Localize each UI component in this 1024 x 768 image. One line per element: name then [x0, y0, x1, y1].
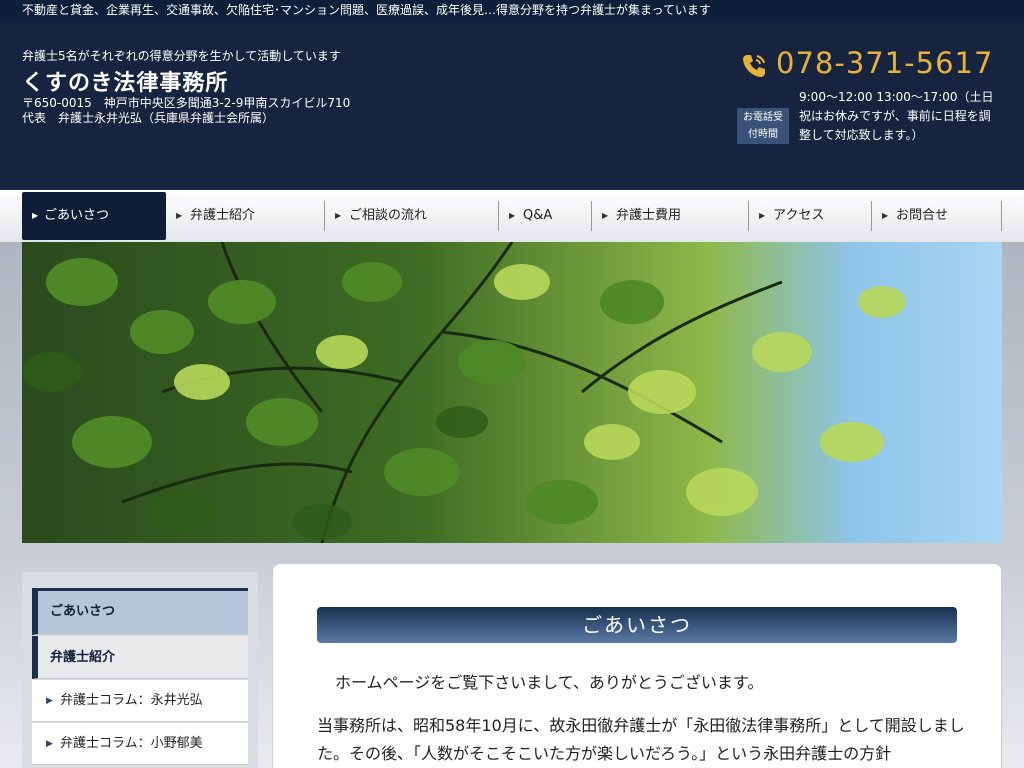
sidebar-label: 弁護士コラム：永井光弘 — [60, 693, 203, 708]
nav-label: ごあいさつ — [44, 208, 110, 223]
history-paragraph: 当事務所は、昭和58年10月に、故永田徹弁護士が「永田徹法律事務所」として開設し… — [317, 716, 965, 763]
global-nav: ▶ ごあいさつ ▶ 弁護士紹介 ▶ ご相談の流れ ▶ Q&A ▶ 弁護士費用 ▶… — [0, 190, 1024, 242]
top-announcement-bar: 不動産と貸金、企業再生、交通事故、欠陥住宅･マンション問題、医療過誤、成年後見…… — [0, 0, 1024, 20]
nav-label: 弁護士紹介 — [190, 208, 256, 223]
site-header: 弁護士5名がそれぞれの得意分野を生かして活動しています くすのき法律事務所 〒6… — [0, 20, 1024, 190]
representative-line: 代表 弁護士永井光弘（兵庫県弁護士会所属） — [22, 111, 275, 125]
hours-badge-line: 付時間 — [748, 129, 778, 140]
leaves-illustration — [22, 242, 906, 543]
nav-label: アクセス — [773, 208, 825, 223]
sidebar-label: 弁護士コラム：小野郁美 — [60, 736, 203, 751]
nav-label: お問合せ — [896, 208, 949, 223]
nav-item-contact[interactable]: ▶ お問合せ — [872, 201, 1002, 231]
chevron-right-icon: ▶ — [882, 211, 889, 220]
nav-label: ご相談の流れ — [349, 208, 428, 223]
phone-number[interactable]: 078-371-5617 — [776, 46, 993, 80]
nav-item-greeting[interactable]: ▶ ごあいさつ — [22, 192, 166, 240]
hours-badge: お電話受 付時間 — [737, 108, 789, 144]
chevron-right-icon: ▶ — [335, 211, 342, 220]
nav-item-lawyers[interactable]: ▶ 弁護士紹介 — [166, 201, 325, 231]
firm-name-logo[interactable]: くすのき法律事務所 — [22, 65, 228, 97]
hours-badge-line: お電話受 — [743, 112, 783, 123]
nav-item-consultation-flow[interactable]: ▶ ご相談の流れ — [325, 201, 499, 231]
nav-item-fees[interactable]: ▶ 弁護士費用 — [592, 201, 749, 231]
main-content: ごあいさつ ホームページをご覧下さいまして、ありがとうございます。 当事務所は、… — [272, 563, 1002, 768]
firm-address: 〒650-0015 神戸市中央区多聞通3-2-9甲南スカイビル710 代表 弁護… — [22, 96, 350, 126]
nav-label: 弁護士費用 — [616, 208, 682, 223]
triangle-right-icon: ▶ — [46, 696, 53, 706]
triangle-right-icon: ▶ — [46, 739, 53, 749]
chevron-right-icon: ▶ — [176, 211, 183, 220]
sidebar-item-greeting[interactable]: ごあいさつ — [32, 588, 248, 635]
business-hours: 9:00〜12:00 13:00〜17:00（土日祝はお休みですが、事前に日程を… — [799, 90, 994, 142]
greeting-paragraph: ホームページをご覧下さいまして、ありがとうございます。 — [335, 673, 764, 692]
phone-icon — [743, 55, 765, 77]
announcement-text: 不動産と貸金、企業再生、交通事故、欠陥住宅･マンション問題、医療過誤、成年後見…… — [22, 3, 711, 17]
chevron-right-icon: ▶ — [32, 211, 39, 220]
sidebar-menu: ごあいさつ 弁護士紹介 ▶ 弁護士コラム：永井光弘 ▶ 弁護士コラム：小野郁美 — [22, 572, 258, 768]
section-title: ごあいさつ — [317, 607, 957, 643]
nav-item-qa[interactable]: ▶ Q&A — [499, 201, 592, 231]
address-line: 〒650-0015 神戸市中央区多聞通3-2-9甲南スカイビル710 — [22, 96, 351, 110]
chevron-right-icon: ▶ — [509, 211, 516, 220]
hero-image-leaves — [22, 242, 1002, 543]
sidebar-item-column-nagai[interactable]: ▶ 弁護士コラム：永井光弘 — [32, 680, 248, 722]
sidebar-item-column-ono[interactable]: ▶ 弁護士コラム：小野郁美 — [32, 723, 248, 765]
chevron-right-icon: ▶ — [602, 211, 609, 220]
sidebar-item-lawyers[interactable]: 弁護士紹介 — [32, 636, 248, 679]
header-tagline: 弁護士5名がそれぞれの得意分野を生かして活動しています — [22, 49, 341, 63]
chevron-right-icon: ▶ — [759, 211, 766, 220]
nav-item-access[interactable]: ▶ アクセス — [749, 201, 872, 231]
nav-label: Q&A — [523, 208, 553, 223]
